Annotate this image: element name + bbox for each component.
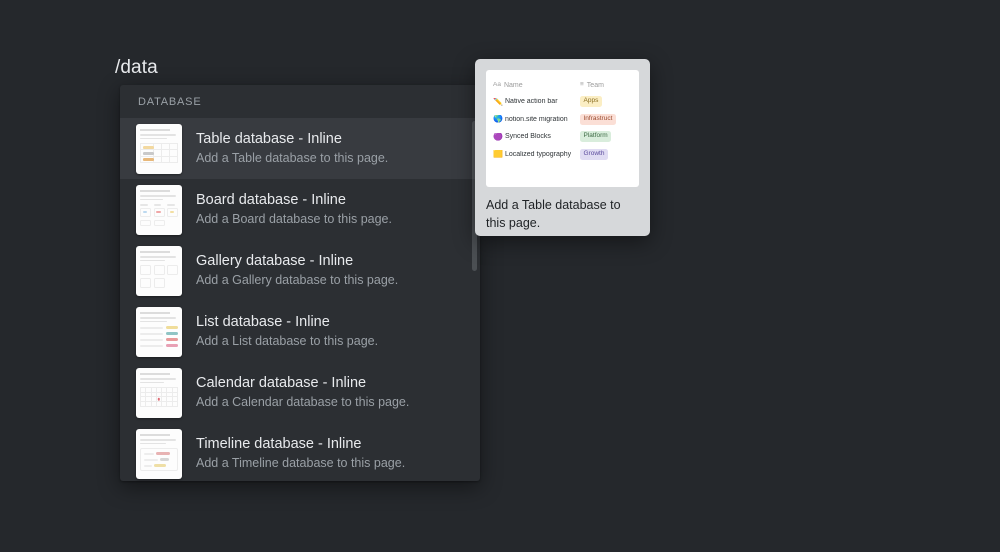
menu-item-title: Timeline database - Inline	[196, 436, 362, 452]
purple-circle-emoji: 🟣	[493, 132, 503, 141]
preview-column-name: Aa Name	[493, 82, 580, 89]
preview-table-row: 🌎 notion.site migration Infrastruct	[493, 111, 632, 129]
preview-row-name-cell: 🟨 Localized typography	[493, 150, 580, 158]
status-badge: Infrastruct	[580, 113, 616, 125]
list-database-thumbnail	[136, 306, 182, 357]
status-badge: Platform	[580, 131, 612, 143]
board-database-thumbnail	[136, 184, 182, 235]
menu-item-text: Board database - Inline Add a Board data…	[196, 191, 392, 228]
preview-row-title: Synced Blocks	[505, 133, 551, 141]
orange-square-emoji: 🟨	[493, 150, 503, 159]
menu-item-text: Timeline database - Inline Add a Timelin…	[196, 435, 405, 472]
preview-column-team: ≡ Team	[580, 82, 632, 89]
status-badge: Growth	[580, 148, 608, 160]
pencil-emoji: ✏️	[493, 97, 503, 106]
menu-item-description: Add a List database to this page.	[196, 334, 379, 348]
menu-item-title: List database - Inline	[196, 314, 330, 330]
menu-item-description: Add a Gallery database to this page.	[196, 273, 399, 287]
preview-row-name-cell: ✏️ Native action bar	[493, 98, 580, 106]
menu-section-header: DATABASE	[138, 95, 202, 108]
menu-item-table-database[interactable]: Table database - Inline Add a Table data…	[120, 118, 480, 179]
menu-item-title: Gallery database - Inline	[196, 253, 354, 269]
menu-item-calendar-database[interactable]: Calendar database - Inline Add a Calenda…	[120, 362, 480, 423]
preview-card: Aa Name ≡ Team ✏️ Native action bar Apps…	[475, 59, 650, 236]
menu-item-text: Calendar database - Inline Add a Calenda…	[196, 374, 409, 411]
text-property-icon: Aa	[493, 82, 501, 89]
preview-row-team-cell: Platform	[580, 131, 632, 143]
select-property-icon: ≡	[580, 81, 584, 89]
menu-item-title: Board database - Inline	[196, 192, 346, 208]
slash-command-query: /data	[115, 57, 158, 78]
preview-row-title: Native action bar	[505, 98, 558, 106]
timeline-database-thumbnail	[136, 428, 182, 479]
menu-item-title: Calendar database - Inline	[196, 375, 367, 391]
menu-item-description: Add a Table database to this page.	[196, 151, 389, 165]
preview-row-name-cell: 🟣 Synced Blocks	[493, 133, 580, 141]
preview-table-row: 🟨 Localized typography Growth	[493, 146, 632, 164]
preview-caption: Add a Table database to this page.	[486, 198, 621, 230]
preview-row-name-cell: 🌎 notion.site migration	[493, 115, 580, 123]
menu-item-description: Add a Timeline database to this page.	[196, 456, 406, 470]
slash-command-menu: DATABASE Table database - Inline Add a T…	[120, 85, 480, 481]
menu-item-text: Gallery database - Inline Add a Gallery …	[196, 252, 398, 289]
preview-table-row: 🟣 Synced Blocks Platform	[493, 128, 632, 146]
calendar-database-thumbnail	[136, 367, 182, 418]
preview-column-name-label: Name	[503, 82, 523, 89]
preview-row-team-cell: Apps	[580, 96, 632, 108]
menu-item-description: Add a Calendar database to this page.	[196, 395, 410, 409]
preview-column-team-label: Team	[586, 82, 604, 89]
menu-item-board-database[interactable]: Board database - Inline Add a Board data…	[120, 179, 480, 240]
preview-table-row: ✏️ Native action bar Apps	[493, 93, 632, 111]
preview-row-title: notion.site migration	[505, 115, 568, 123]
preview-row-team-cell: Infrastruct	[580, 113, 632, 125]
preview-row-title: Localized typography	[505, 150, 572, 158]
menu-item-list-database[interactable]: List database - Inline Add a List databa…	[120, 301, 480, 362]
table-database-thumbnail	[136, 123, 182, 174]
menu-item-timeline-database[interactable]: Timeline database - Inline Add a Timelin…	[120, 423, 480, 481]
menu-item-title: Table database - Inline	[196, 131, 342, 147]
globe-emoji: 🌎	[493, 115, 503, 124]
status-badge: Apps	[580, 96, 602, 108]
preview-row-team-cell: Growth	[580, 148, 632, 160]
menu-item-list: Table database - Inline Add a Table data…	[120, 118, 480, 481]
preview-table: Aa Name ≡ Team ✏️ Native action bar Apps…	[486, 70, 639, 187]
gallery-database-thumbnail	[136, 245, 182, 296]
preview-table-header-row: Aa Name ≡ Team	[493, 78, 632, 93]
menu-item-gallery-database[interactable]: Gallery database - Inline Add a Gallery …	[120, 240, 480, 301]
menu-item-description: Add a Board database to this page.	[196, 212, 392, 226]
menu-item-text: List database - Inline Add a List databa…	[196, 313, 378, 350]
menu-item-text: Table database - Inline Add a Table data…	[196, 130, 388, 167]
